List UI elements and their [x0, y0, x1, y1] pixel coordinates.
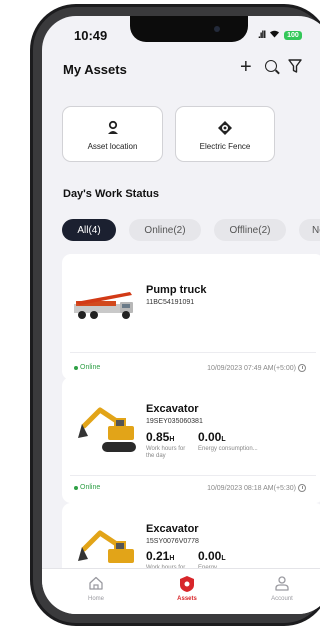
clock-icon	[298, 484, 306, 492]
electric-fence-label: Electric Fence	[199, 142, 251, 151]
work-status-title: Day's Work Status	[63, 188, 159, 200]
clock-icon	[298, 364, 306, 372]
signal-icon: .ıll	[258, 29, 266, 41]
status-text: Online	[80, 484, 101, 491]
page-title: My Assets	[63, 62, 127, 77]
tab-account[interactable]: Account	[252, 575, 312, 602]
notch	[130, 16, 248, 42]
tab-assets-label: Assets	[177, 596, 197, 602]
asset-id: 15SY0076V0778	[146, 538, 199, 545]
tab-account-label: Account	[271, 596, 293, 602]
energy-label: Energy consumption...	[198, 446, 258, 452]
status-filter-tabs: All(4) Online(2) Offline(2) Not	[62, 219, 320, 241]
energy-value: 0.00L	[198, 430, 226, 444]
work-hours-value: 0.85H	[146, 430, 175, 444]
status-icons: .ıll 100	[258, 29, 302, 41]
timestamp-text: 10/09/2023 07:49 AM(+5:00)	[207, 364, 296, 372]
asset-id: 19SEY035060381	[146, 418, 203, 425]
home-icon	[66, 575, 126, 593]
tab-home-label: Home	[87, 596, 104, 602]
filter-icon[interactable]	[288, 58, 302, 74]
status-time: 10:49	[74, 28, 108, 43]
asset-name: Excavator	[146, 403, 199, 415]
last-update: 10/09/2023 08:18 AM(+5:30)	[207, 484, 306, 492]
card-divider	[70, 475, 316, 476]
status-dot	[74, 485, 78, 490]
tab-all[interactable]: All(4)	[62, 219, 116, 241]
asset-id: 11BC54191091	[146, 299, 195, 306]
status-dot	[74, 365, 78, 370]
online-status: Online	[74, 484, 100, 491]
wifi-icon	[269, 29, 280, 41]
work-hours-value: 0.21H	[146, 549, 175, 563]
work-hours-label: Work hours for the day	[146, 446, 186, 459]
tab-assets[interactable]: Assets	[157, 575, 217, 602]
energy-value: 0.00L	[198, 549, 226, 563]
asset-card[interactable]: Pump truck 11BC54191091 Online 10/09/202…	[62, 254, 320, 380]
camera-dot	[214, 26, 220, 32]
excavator-icon	[74, 402, 138, 465]
asset-location-label: Asset location	[87, 142, 138, 151]
person-pin-icon	[63, 120, 162, 136]
asset-name: Excavator	[146, 523, 199, 535]
card-divider	[70, 352, 316, 353]
fence-target-icon	[176, 120, 274, 136]
online-status: Online	[74, 364, 100, 371]
status-text: Online	[80, 364, 101, 371]
asset-name: Pump truck	[146, 284, 207, 296]
app-screen: 10:49 .ıll 100 My Assets + Asset locatio…	[42, 16, 320, 614]
asset-card[interactable]: Excavator 19SEY035060381 0.85H 0.00L Wor…	[62, 377, 320, 503]
bottom-tab-bar: Home Assets Account	[42, 568, 320, 614]
last-update: 10/09/2023 07:49 AM(+5:00)	[207, 364, 306, 372]
plus-icon[interactable]: +	[240, 57, 252, 77]
electric-fence-button[interactable]: Electric Fence	[175, 106, 275, 162]
assets-shield-icon	[157, 575, 217, 593]
timestamp-text: 10/09/2023 08:18 AM(+5:30)	[207, 484, 296, 492]
tab-offline[interactable]: Offline(2)	[214, 219, 286, 241]
tab-online[interactable]: Online(2)	[129, 219, 201, 241]
tab-not[interactable]: Not	[299, 219, 320, 241]
tab-home[interactable]: Home	[66, 575, 126, 602]
excavator-icon	[74, 525, 138, 574]
account-icon	[252, 575, 312, 593]
asset-location-button[interactable]: Asset location	[62, 106, 163, 162]
battery-indicator: 100	[284, 30, 302, 40]
pump-truck-icon	[70, 284, 138, 329]
